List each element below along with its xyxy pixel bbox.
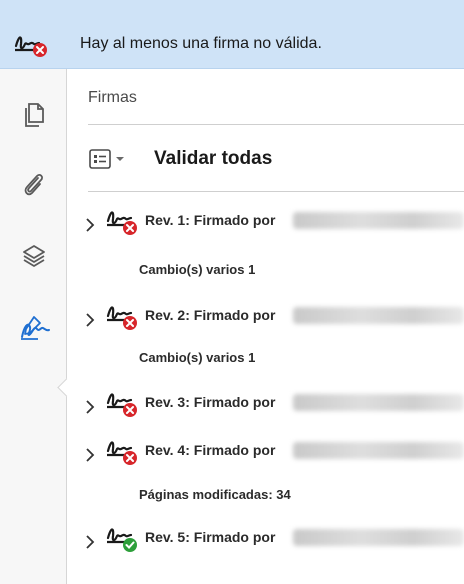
revision-detail-4: Páginas modificadas: 34: [139, 487, 291, 502]
expand-chevron-icon[interactable]: [84, 532, 96, 557]
header-divider: [88, 124, 464, 125]
validate-all-button[interactable]: Validar todas: [154, 148, 272, 170]
revision-label[interactable]: Rev. 2: Firmado por: [145, 307, 275, 323]
revision-row-2[interactable]: Rev. 2: Firmado por: [84, 304, 464, 338]
invalid-signature-icon: [104, 302, 140, 337]
redacted-signer-name: [293, 394, 464, 411]
revision-detail-2: Cambio(s) varios 1: [139, 350, 256, 365]
toolbar-divider: [88, 191, 464, 192]
revision-label[interactable]: Rev. 5: Firmado por: [145, 529, 275, 545]
options-menu-button[interactable]: [88, 147, 128, 173]
active-panel-indicator: [57, 378, 76, 397]
expand-chevron-icon[interactable]: [84, 445, 96, 470]
banner-message: Hay al menos una firma no válida.: [80, 35, 322, 52]
invalid-signature-icon: [104, 389, 140, 424]
revision-label[interactable]: Rev. 4: Firmado por: [145, 442, 275, 458]
layers-icon[interactable]: [20, 242, 48, 270]
revision-row-1[interactable]: Rev. 1: Firmado por: [84, 209, 464, 243]
redacted-signer-name: [293, 212, 464, 229]
revision-label[interactable]: Rev. 3: Firmado por: [145, 394, 275, 410]
invalid-signature-icon: [13, 30, 49, 63]
invalid-signature-icon: [104, 207, 140, 242]
revision-label[interactable]: Rev. 1: Firmado por: [145, 212, 275, 228]
revision-row-3[interactable]: Rev. 3: Firmado por: [84, 391, 464, 425]
revision-row-5[interactable]: Rev. 5: Firmado por: [84, 526, 464, 560]
validation-banner: Hay al menos una firma no válida.: [0, 0, 464, 69]
signatures-icon[interactable]: [18, 313, 50, 341]
revision-detail-1: Cambio(s) varios 1: [139, 262, 256, 277]
attachments-icon[interactable]: [20, 170, 48, 198]
pages-icon[interactable]: [20, 101, 48, 129]
navigation-rail: [0, 69, 76, 584]
invalid-signature-icon: [104, 437, 140, 472]
redacted-signer-name: [293, 307, 464, 324]
redacted-signer-name: [293, 442, 464, 459]
valid-signature-icon: [104, 524, 140, 559]
expand-chevron-icon[interactable]: [84, 215, 96, 240]
expand-chevron-icon[interactable]: [84, 397, 96, 422]
revision-row-4[interactable]: Rev. 4: Firmado por: [84, 439, 464, 473]
expand-chevron-icon[interactable]: [84, 310, 96, 335]
panel-title: Firmas: [88, 89, 137, 106]
redacted-signer-name: [293, 529, 464, 546]
